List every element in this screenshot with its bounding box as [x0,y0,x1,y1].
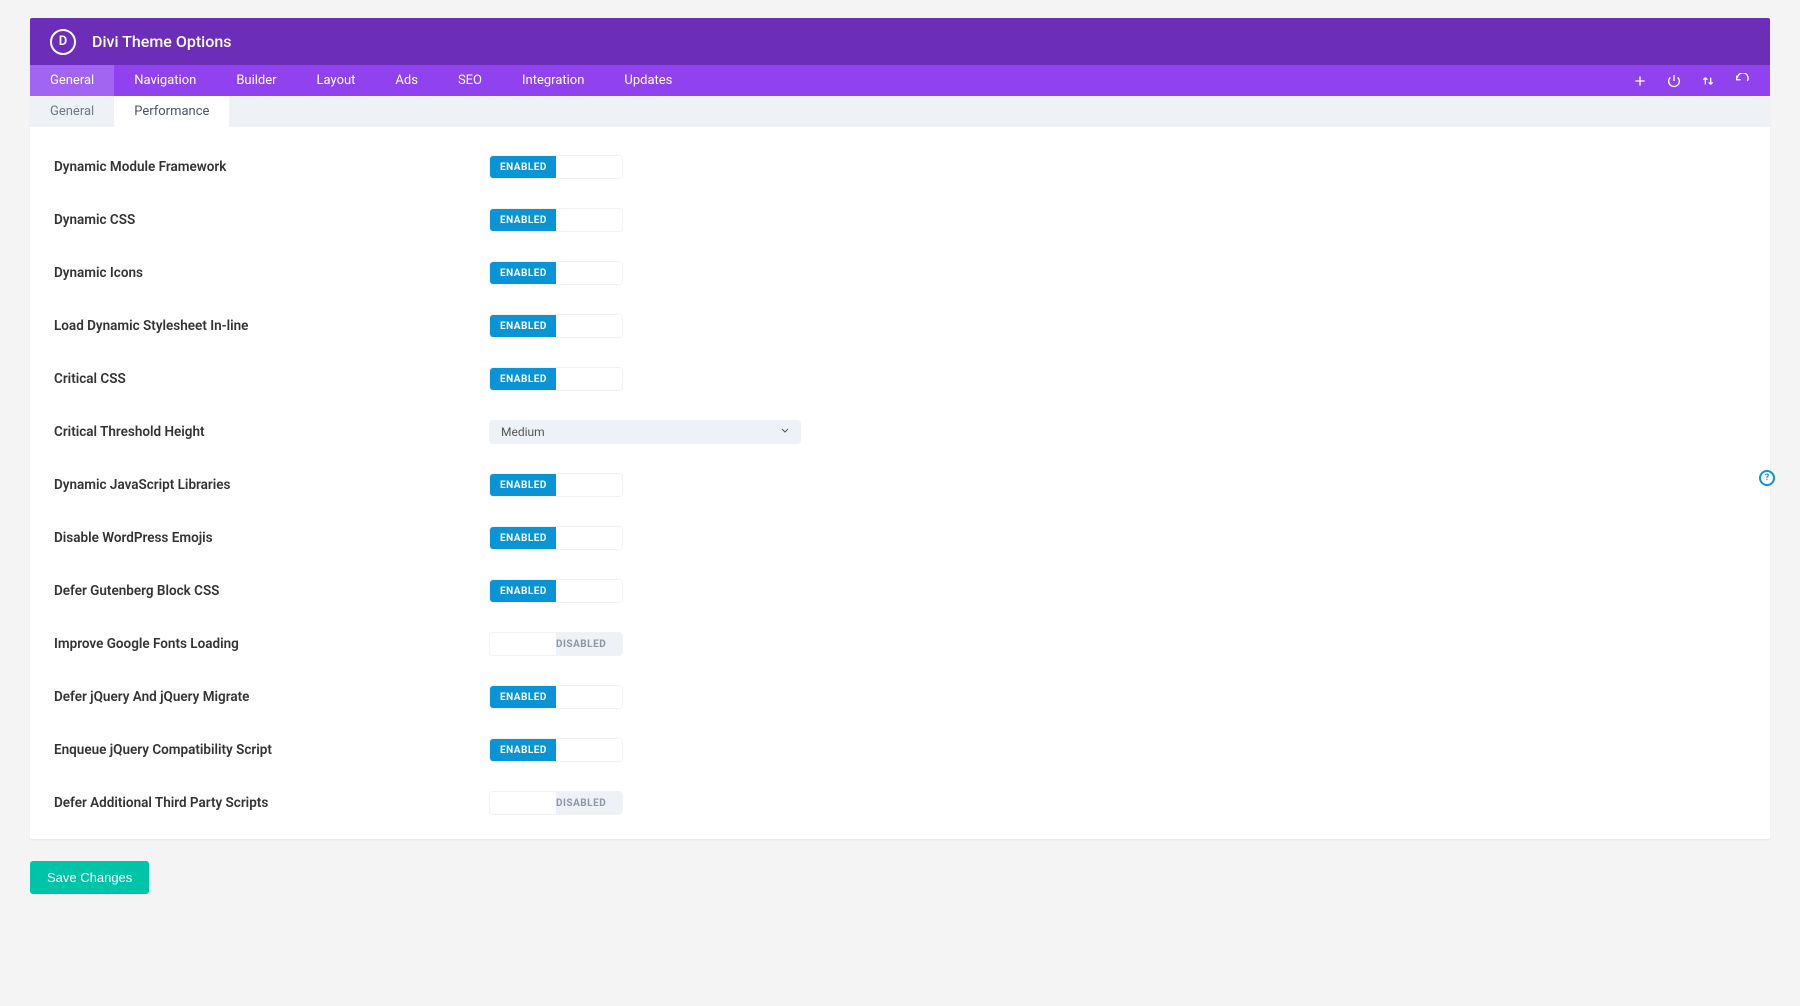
option-label: Dynamic JavaScript Libraries [54,477,489,493]
toggle-switch[interactable]: ENABLED [489,579,623,603]
toggle-switch[interactable]: ENABLED [489,473,623,497]
tab-seo[interactable]: SEO [438,65,502,96]
toggle-label: ENABLED [490,315,556,337]
option-row: Improve Google Fonts Loading DISABLED [54,632,1746,656]
toggle-switch[interactable]: ENABLED [489,526,623,550]
main-tabs: GeneralNavigationBuilderLayoutAdsSEOInte… [30,65,1770,96]
toggle-knob [556,739,622,761]
option-label: Improve Google Fonts Loading [54,636,489,652]
up-down-arrows-icon[interactable] [1700,73,1716,89]
toggle-switch[interactable]: ENABLED [489,685,623,709]
toggle-label: ENABLED [490,262,556,284]
option-row: Dynamic Module FrameworkENABLED [54,155,1746,179]
option-label: Disable WordPress Emojis [54,530,489,546]
tab-ads[interactable]: Ads [375,65,438,96]
toggle-label: ENABLED [490,474,556,496]
subtab-performance[interactable]: Performance [114,96,229,127]
toggle-switch[interactable]: ENABLED [489,208,623,232]
tab-spacer [692,65,1632,96]
options-panel: D Divi Theme Options GeneralNavigationBu… [30,18,1770,839]
option-row: Dynamic CSSENABLED [54,208,1746,232]
options-content: Dynamic Module FrameworkENABLEDDynamic C… [30,127,1770,839]
option-row: Defer jQuery And jQuery MigrateENABLED [54,685,1746,709]
tab-updates[interactable]: Updates [604,65,692,96]
tab-builder[interactable]: Builder [216,65,296,96]
toggle-knob [556,474,622,496]
reset-icon[interactable] [1734,73,1750,89]
toggle-knob [490,633,556,655]
toggle-label: ENABLED [490,580,556,602]
toggle-label: ENABLED [490,156,556,178]
chevron-down-icon [779,425,791,440]
toggle-label: ENABLED [490,368,556,390]
page-title: Divi Theme Options [92,32,231,51]
toggle-knob [556,368,622,390]
option-row: Disable WordPress EmojisENABLED [54,526,1746,550]
toggle-label: ENABLED [490,209,556,231]
option-label: Defer Additional Third Party Scripts [54,795,489,811]
tab-icon-group [1632,65,1770,96]
subtab-general[interactable]: General [30,96,114,127]
toggle-knob [490,792,556,814]
toggle-knob [556,580,622,602]
tab-integration[interactable]: Integration [502,65,604,96]
option-row: Enqueue jQuery Compatibility ScriptENABL… [54,738,1746,762]
plus-icon[interactable] [1632,73,1648,89]
toggle-label: ENABLED [490,739,556,761]
tab-navigation[interactable]: Navigation [114,65,216,96]
toggle-knob [556,262,622,284]
option-row: Defer Additional Third Party Scripts DISA… [54,791,1746,815]
option-label: Dynamic Module Framework [54,159,489,175]
toggle-knob [556,315,622,337]
help-icon[interactable]: ? [1759,470,1775,486]
tab-general[interactable]: General [30,65,114,96]
toggle-label: DISABLED [556,792,622,814]
toggle-switch[interactable]: DISABLED [489,632,623,656]
option-label: Load Dynamic Stylesheet In-line [54,318,489,334]
option-label: Critical Threshold Height [54,424,489,440]
toggle-label: ENABLED [490,686,556,708]
option-label: Defer jQuery And jQuery Migrate [54,689,489,705]
tab-layout[interactable]: Layout [297,65,376,96]
toggle-switch[interactable]: ENABLED [489,367,623,391]
toggle-switch[interactable]: ENABLED [489,738,623,762]
sub-tabs: GeneralPerformance [30,96,1770,127]
toggle-switch[interactable]: ENABLED [489,314,623,338]
toggle-label: DISABLED [556,633,622,655]
toggle-knob [556,156,622,178]
toggle-knob [556,527,622,549]
toggle-switch[interactable]: ENABLED [489,155,623,179]
threshold-select[interactable]: Medium [489,420,801,444]
option-label: Dynamic Icons [54,265,489,281]
toggle-switch[interactable]: ENABLED [489,261,623,285]
option-row: Load Dynamic Stylesheet In-lineENABLED [54,314,1746,338]
divi-logo-icon: D [50,29,76,55]
select-value: Medium [501,425,545,439]
option-label: Defer Gutenberg Block CSS [54,583,489,599]
toggle-knob [556,209,622,231]
option-label: Enqueue jQuery Compatibility Script [54,742,489,758]
option-row: Dynamic IconsENABLED [54,261,1746,285]
option-label: Critical CSS [54,371,489,387]
toggle-knob [556,686,622,708]
header-bar: D Divi Theme Options [30,18,1770,65]
option-label: Dynamic CSS [54,212,489,228]
toggle-switch[interactable]: DISABLED [489,791,623,815]
option-row: Dynamic JavaScript LibrariesENABLED [54,473,1746,497]
option-row: Defer Gutenberg Block CSSENABLED [54,579,1746,603]
option-row: Critical Threshold Height Medium [54,420,1746,444]
option-row: Critical CSSENABLED [54,367,1746,391]
power-icon[interactable] [1666,73,1682,89]
save-changes-button[interactable]: Save Changes [30,861,149,894]
toggle-label: ENABLED [490,527,556,549]
